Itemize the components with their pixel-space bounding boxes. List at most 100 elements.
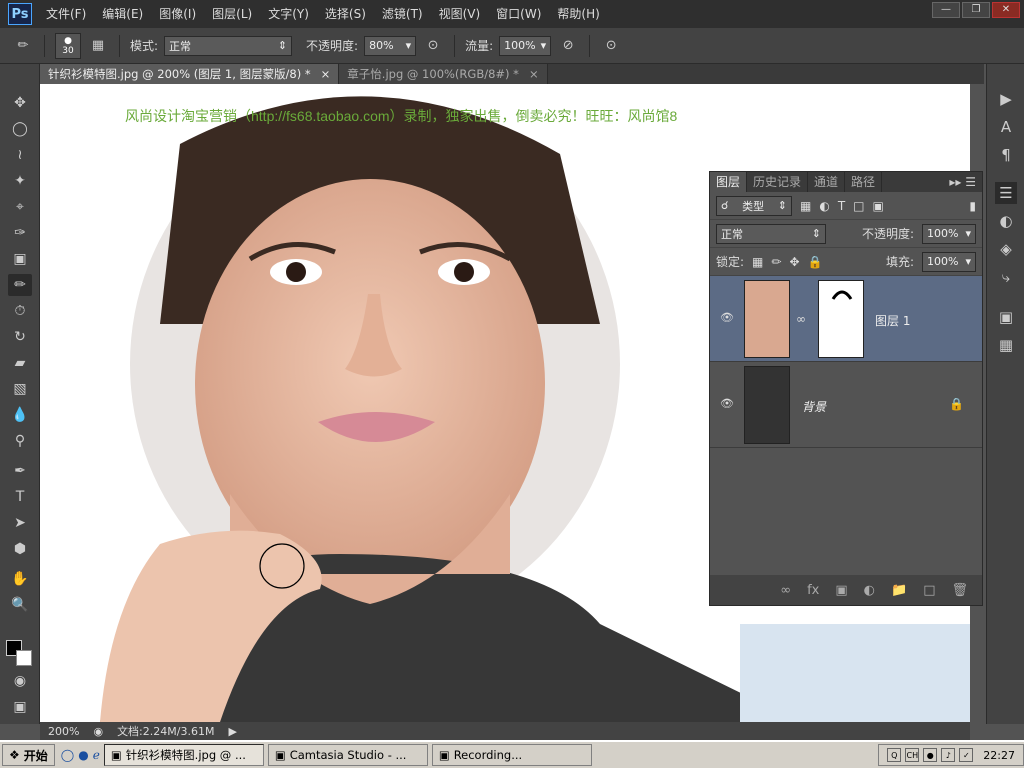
volume-icon[interactable]: ♪ — [941, 748, 956, 762]
lasso-tool-icon[interactable]: ≀ — [8, 144, 32, 166]
link-layers-icon[interactable]: ∞ — [780, 583, 791, 598]
status-menu-icon[interactable]: ▶ — [228, 725, 236, 738]
channels-panel-icon[interactable]: ◐ — [995, 210, 1017, 232]
close-icon[interactable]: ✕ — [992, 2, 1020, 18]
screen-mode-icon[interactable]: ▣ — [8, 696, 32, 718]
tab-close-icon[interactable]: × — [529, 64, 539, 84]
network-icon[interactable]: ● — [923, 748, 938, 762]
menu-image[interactable]: 图像(I) — [151, 0, 204, 28]
menu-type[interactable]: 文字(Y) — [260, 0, 317, 28]
filter-smart-object-icon[interactable]: ▣ — [873, 199, 884, 213]
filter-shape-icon[interactable]: □ — [853, 199, 864, 213]
background-color-swatch[interactable] — [16, 650, 32, 666]
pressure-opacity-icon[interactable]: ⊙ — [422, 35, 444, 57]
doc-info-icon[interactable]: ◉ — [93, 725, 103, 738]
blend-mode-select[interactable]: 正常 ⇕ — [716, 223, 826, 244]
gradient-tool-icon[interactable]: ▧ — [8, 378, 32, 400]
new-group-icon[interactable]: 📁 — [891, 583, 907, 598]
marquee-tool-icon[interactable]: ◯ — [8, 118, 32, 140]
menu-file[interactable]: 文件(F) — [38, 0, 94, 28]
crop-tool-icon[interactable]: ⌖ — [8, 196, 32, 218]
new-layer-icon[interactable]: □ — [923, 583, 935, 598]
filter-type-icon[interactable]: T — [838, 199, 845, 213]
start-button[interactable]: ❖ 开始 — [2, 744, 55, 766]
layer-row-layer1[interactable]: 👁 ∞ 图层 1 — [710, 276, 982, 362]
quicklaunch-explorer-icon[interactable]: ● — [78, 748, 88, 762]
eye-icon[interactable]: 👁 — [720, 397, 734, 410]
tab-document-1[interactable]: 针织衫模特图.jpg @ 200% (图层 1, 图层蒙版/8) * × — [40, 64, 340, 84]
3d-panel-icon[interactable]: ▣ — [995, 306, 1017, 328]
minimize-icon[interactable]: — — [932, 2, 960, 18]
blur-tool-icon[interactable]: 💧 — [8, 404, 32, 426]
paths-panel-icon[interactable]: ⤷ — [995, 266, 1017, 288]
dodge-tool-icon[interactable]: ⚲ — [8, 430, 32, 452]
layer-mask-thumbnail[interactable] — [818, 280, 864, 358]
hand-tool-icon[interactable]: ✋ — [8, 568, 32, 590]
taskbar-item-photoshop[interactable]: ▣ 针织衫模特图.jpg @ ... — [103, 744, 264, 766]
link-icon[interactable]: ∞ — [796, 312, 806, 326]
history-brush-tool-icon[interactable]: ↻ — [8, 326, 32, 348]
delete-layer-icon[interactable]: 🗑 — [951, 583, 968, 598]
layer-filter-select[interactable]: ☌ 类型 ⇕ — [716, 195, 792, 216]
security-icon[interactable]: ✓ — [959, 748, 974, 762]
character-panel-icon[interactable]: A — [995, 116, 1017, 138]
clone-stamp-tool-icon[interactable]: ⏱ — [8, 300, 32, 322]
language-indicator[interactable]: CH — [905, 748, 920, 762]
pen-tool-icon[interactable]: ✒ — [8, 460, 32, 482]
menu-select[interactable]: 选择(S) — [317, 0, 374, 28]
move-tool-icon[interactable]: ✥ — [8, 92, 32, 114]
filter-toggle-icon[interactable]: ▮ — [969, 199, 976, 213]
eyedropper-tool-icon[interactable]: ✑ — [8, 222, 32, 244]
eye-icon[interactable]: 👁 — [720, 311, 734, 324]
brush-panel-toggle-icon[interactable]: ▦ — [87, 35, 109, 57]
menu-layer[interactable]: 图层(L) — [204, 0, 260, 28]
type-tool-icon[interactable]: T — [8, 486, 32, 508]
layer-opacity-field[interactable]: 100% ▾ — [922, 223, 976, 244]
add-mask-icon[interactable]: ▣ — [835, 583, 847, 598]
brush-tool-icon[interactable]: ✏ — [8, 274, 32, 296]
shape-tool-icon[interactable]: ⬢ — [8, 538, 32, 560]
healing-brush-tool-icon[interactable]: ▣ — [8, 248, 32, 270]
zoom-level[interactable]: 200% — [48, 725, 79, 738]
lock-image-icon[interactable]: ✏ — [771, 255, 781, 269]
fill-field[interactable]: 100% ▾ — [922, 251, 976, 272]
tab-history[interactable]: 历史记录 — [747, 172, 809, 192]
tab-layers[interactable]: 图层 — [710, 172, 748, 192]
brush-size-picker[interactable]: ● 30 — [55, 32, 81, 59]
tab-paths[interactable]: 路径 — [845, 172, 883, 192]
layers-panel-icon[interactable]: ☰ — [995, 182, 1017, 204]
quick-select-tool-icon[interactable]: ✦ — [8, 170, 32, 192]
layer-row-background[interactable]: 👁 背景 🔒 — [710, 362, 982, 448]
menu-edit[interactable]: 编辑(E) — [94, 0, 151, 28]
flow-field[interactable]: 100% ▾ — [499, 35, 552, 56]
tab-channels[interactable]: 通道 — [808, 172, 846, 192]
pressure-size-icon[interactable]: ⊙ — [600, 35, 622, 57]
opacity-field[interactable]: 80% ▾ — [364, 35, 417, 56]
lock-position-icon[interactable]: ✥ — [789, 255, 799, 269]
menu-filter[interactable]: 滤镜(T) — [374, 0, 431, 28]
taskbar-item-camtasia[interactable]: ▣ Camtasia Studio - ... — [267, 744, 428, 766]
paragraph-panel-icon[interactable]: ¶ — [995, 144, 1017, 166]
play-icon[interactable]: ▶ — [995, 88, 1017, 110]
tab-close-icon[interactable]: × — [321, 64, 331, 84]
qq-icon[interactable]: Q — [887, 748, 902, 762]
lock-all-icon[interactable]: 🔒 — [808, 255, 823, 269]
zoom-tool-icon[interactable]: 🔍 — [8, 594, 32, 616]
airbrush-icon[interactable]: ⊘ — [557, 35, 579, 57]
quicklaunch-browser-icon[interactable]: ℯ — [93, 748, 100, 762]
fx-icon[interactable]: fx — [807, 583, 819, 598]
filter-pixel-icon[interactable]: ▦ — [800, 199, 811, 213]
menu-view[interactable]: 视图(V) — [431, 0, 489, 28]
panel-menu-icon[interactable]: ▸▸ ☰ — [949, 175, 982, 189]
restore-icon[interactable]: ❐ — [962, 2, 990, 18]
mode-select[interactable]: 正常 ⇕ — [164, 35, 293, 56]
path-select-tool-icon[interactable]: ➤ — [8, 512, 32, 534]
swatches-panel-icon[interactable]: ▦ — [995, 334, 1017, 356]
filter-adjustment-icon[interactable]: ◐ — [819, 199, 829, 213]
taskbar-item-recording[interactable]: ▣ Recording... — [431, 744, 592, 766]
menu-help[interactable]: 帮助(H) — [549, 0, 607, 28]
brush-tool-preset-icon[interactable]: ✏ — [12, 35, 34, 57]
quicklaunch-ie-icon[interactable]: ◯ — [61, 748, 74, 762]
color-panel-icon[interactable]: ◈ — [995, 238, 1017, 260]
quick-mask-icon[interactable]: ◉ — [8, 670, 32, 692]
